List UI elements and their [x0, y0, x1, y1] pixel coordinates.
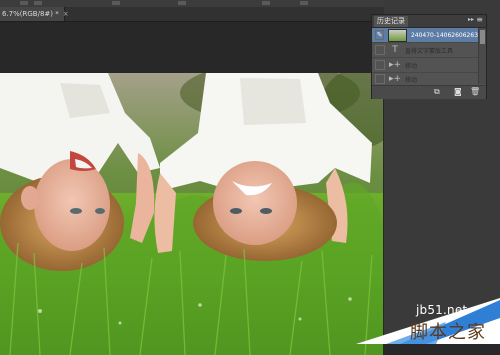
photo-children-handstand: [0, 73, 383, 355]
history-panel-tab[interactable]: 历史记录: [374, 16, 408, 27]
history-item-label: 240470-14062606263...: [410, 31, 478, 39]
canvas-area[interactable]: [0, 22, 384, 355]
history-item-label: 移动: [405, 76, 418, 84]
options-bar-item[interactable]: [262, 1, 270, 5]
watermark-title: 脚本之家: [410, 322, 486, 343]
history-panel: 历史记录 ▸▸ ≡ ✎ 240470-14062606263... T 直排文字…: [371, 14, 487, 99]
brush-source-checkbox[interactable]: [375, 74, 385, 84]
options-bar-item[interactable]: [178, 1, 186, 5]
history-panel-header: 历史记录 ▸▸ ≡: [372, 15, 486, 28]
options-bar-item[interactable]: [112, 1, 120, 5]
history-item[interactable]: T 直排文字蒙版工具: [372, 43, 478, 58]
watermark: jb51.net 脚本之家: [356, 298, 500, 344]
panel-menu-icon[interactable]: ≡: [476, 15, 483, 24]
trash-icon[interactable]: 🗑: [470, 87, 480, 96]
collapse-icon[interactable]: ▸▸: [468, 16, 474, 23]
history-scrollbar[interactable]: [478, 28, 486, 84]
history-panel-footer: ⧉ ◙ 🗑: [372, 85, 486, 99]
history-item-label: 移动: [405, 62, 418, 70]
snapshot-thumbnail: [388, 28, 407, 42]
document-tab-label: 6.7%(RGB/8#) *: [2, 10, 59, 18]
history-item-label: 直排文字蒙版工具: [405, 47, 454, 55]
history-item-snapshot[interactable]: ✎ 240470-14062606263...: [372, 28, 478, 43]
close-icon[interactable]: ×: [63, 10, 69, 18]
canvas-image[interactable]: [0, 73, 383, 355]
options-bar-item[interactable]: [300, 1, 308, 5]
options-bar-item[interactable]: [34, 1, 42, 5]
history-item[interactable]: ▸+ 移动: [372, 58, 478, 73]
brush-source-icon[interactable]: ✎: [375, 30, 385, 40]
brush-source-checkbox[interactable]: [375, 60, 385, 70]
watermark-url: jb51.net: [416, 303, 468, 317]
camera-icon[interactable]: ◙: [454, 87, 462, 96]
vertical-type-mask-icon: T: [392, 45, 398, 55]
document-tab[interactable]: 6.7%(RGB/8#) * ×: [0, 7, 69, 21]
scrollbar-thumb[interactable]: [480, 30, 485, 44]
move-tool-icon: ▸+: [389, 74, 402, 84]
brush-source-checkbox[interactable]: [375, 45, 385, 55]
move-tool-icon: ▸+: [389, 60, 402, 70]
options-bar-item[interactable]: [20, 1, 28, 5]
create-new-document-from-state-button[interactable]: ⧉: [434, 87, 440, 97]
